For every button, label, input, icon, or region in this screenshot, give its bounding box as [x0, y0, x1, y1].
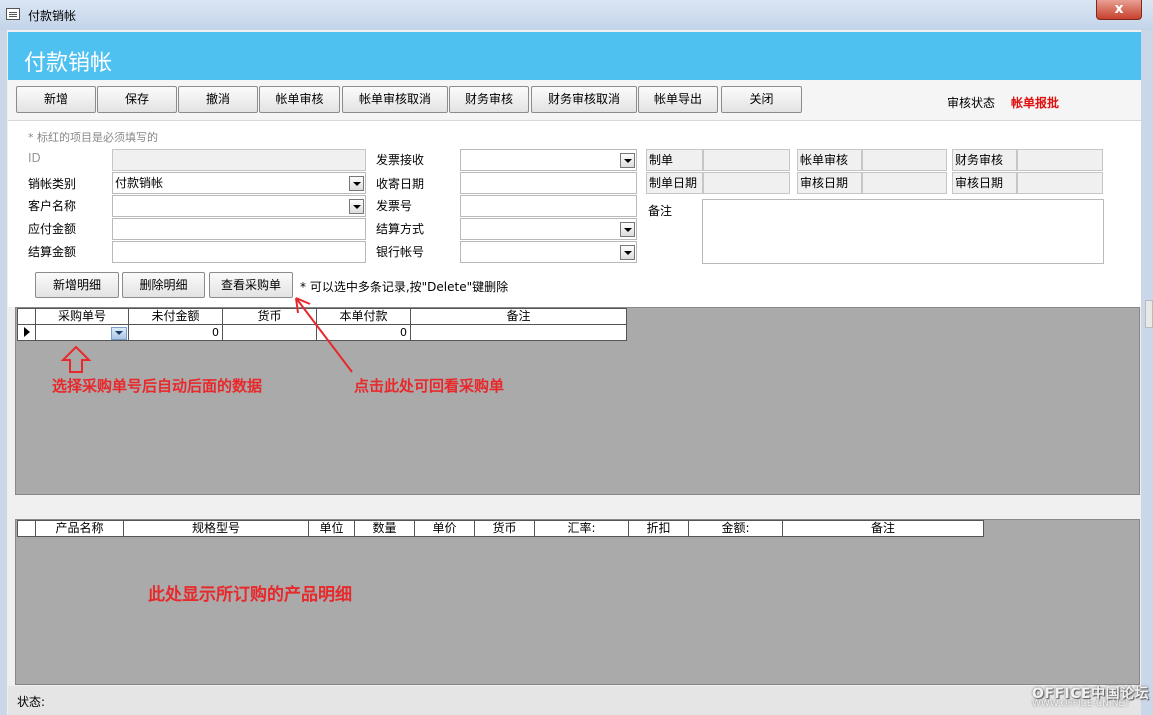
- grid2-header-unit[interactable]: 单位: [308, 520, 355, 537]
- grid2-header-remark[interactable]: 备注: [782, 520, 984, 537]
- annotation-click-view: 点击此处可回看采购单: [354, 377, 505, 395]
- grid2-header-product[interactable]: 产品名称: [35, 520, 124, 537]
- status-bar-label: 状态:: [17, 695, 46, 709]
- annotation-product-detail: 此处显示所订购的产品明细: [148, 585, 352, 605]
- pointer-arrow-line: [295, 297, 353, 373]
- watermark-url: WWW.OFFICE-CN.NET: [1032, 699, 1130, 709]
- grid2-header-price[interactable]: 单价: [414, 520, 475, 537]
- grid2-header-discount[interactable]: 折扣: [628, 520, 689, 537]
- up-arrow-icon: [60, 345, 92, 373]
- grid2-corner: [17, 520, 36, 537]
- grid2-header-rate[interactable]: 汇率:: [534, 520, 629, 537]
- grid2-header-currency[interactable]: 货币: [474, 520, 535, 537]
- status-bar: [8, 686, 1141, 715]
- grid-separator: [8, 496, 1141, 518]
- grid2-header-qty[interactable]: 数量: [354, 520, 415, 537]
- grid2-header-spec[interactable]: 规格型号: [123, 520, 309, 537]
- scrollbar-handle[interactable]: [1145, 300, 1153, 328]
- annotation-select-po: 选择采购单号后自动后面的数据: [52, 377, 263, 395]
- grid2-header-amount[interactable]: 金额:: [688, 520, 783, 537]
